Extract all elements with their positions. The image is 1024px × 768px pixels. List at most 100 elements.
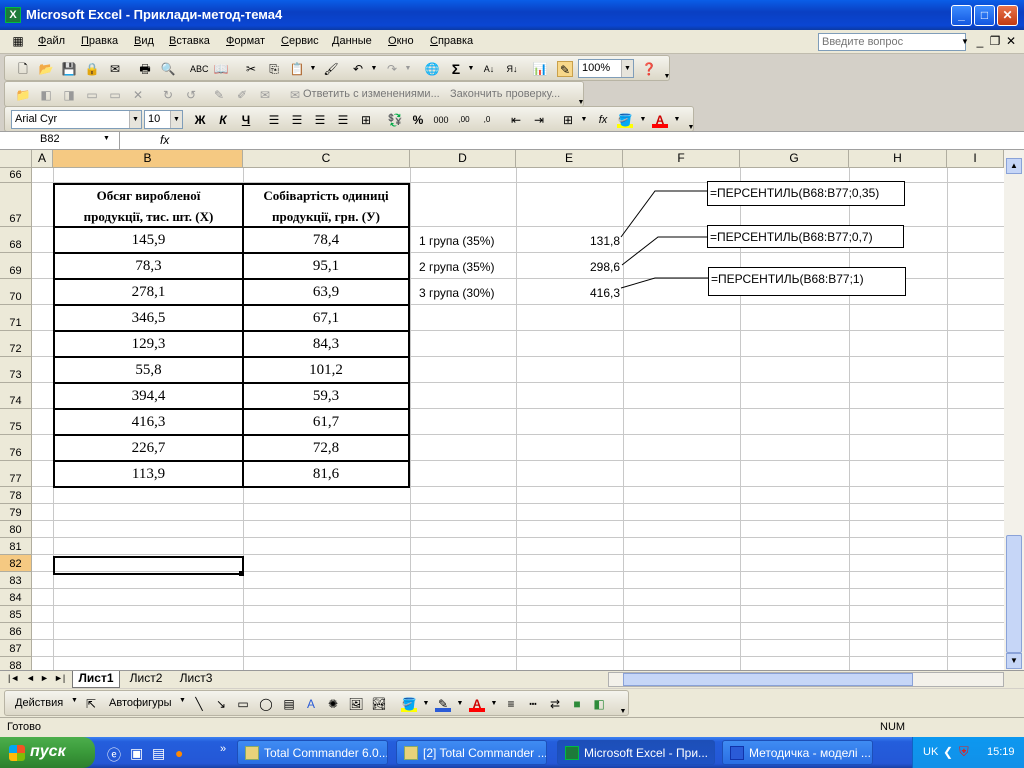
help-search-input[interactable]: [818, 33, 966, 51]
autoshapes-menu[interactable]: Автофигуры: [109, 697, 172, 709]
excel-icon[interactable]: X: [5, 7, 21, 23]
menu-service[interactable]: Сервис: [281, 35, 319, 47]
fill-dropdown-icon[interactable]: ▼: [418, 696, 434, 712]
fill-handle[interactable]: [239, 571, 244, 576]
fx-icon[interactable]: fx: [595, 112, 611, 128]
autosum-icon[interactable]: Σ: [448, 61, 464, 77]
tab-sheet2[interactable]: Лист2: [122, 671, 170, 687]
paste-icon[interactable]: 📋: [289, 61, 305, 77]
task-word-metodychka[interactable]: Методичка - моделі ...: [722, 740, 873, 765]
line-icon[interactable]: ╲: [191, 696, 207, 712]
prev-comment-icon[interactable]: ◧: [38, 87, 54, 103]
track-changes-icon[interactable]: ↻: [160, 87, 176, 103]
hyperlink-icon[interactable]: 🌐: [424, 61, 440, 77]
menu-edit[interactable]: Правка: [81, 35, 118, 47]
scroll-down-button[interactable]: ▼: [1006, 653, 1022, 669]
save-icon[interactable]: 💾: [61, 61, 77, 77]
sort-descending-icon[interactable]: Я↓: [504, 61, 520, 77]
font-color-dropdown-icon[interactable]: ▼: [486, 696, 502, 712]
next-comment-icon[interactable]: ◨: [61, 87, 77, 103]
show-comment-icon[interactable]: ▭: [84, 87, 100, 103]
align-left-icon[interactable]: ☰: [266, 112, 282, 128]
vertical-scrollbar[interactable]: ▲ ▼: [1004, 150, 1024, 670]
doc-close-button[interactable]: ✕: [1003, 33, 1019, 49]
toolbar-options-icon[interactable]: ▼: [659, 69, 675, 85]
print-preview-icon[interactable]: 🔍: [160, 61, 176, 77]
reply-with-changes-button[interactable]: Ответить с изменениями...: [303, 88, 440, 100]
minimize-button[interactable]: _: [951, 5, 972, 26]
arrow-left-icon[interactable]: ❮: [943, 745, 953, 759]
decrease-decimal-icon[interactable]: ,0: [479, 112, 495, 128]
thousands-icon[interactable]: 000: [433, 112, 449, 128]
percent-icon[interactable]: %: [410, 112, 426, 128]
undo-dropdown-icon[interactable]: ▼: [366, 61, 382, 77]
textbox-icon[interactable]: ▤: [281, 696, 297, 712]
drawing-icon[interactable]: ✎: [557, 61, 573, 77]
selected-cell-b82[interactable]: [53, 556, 244, 575]
document-icon[interactable]: ▦: [10, 33, 26, 49]
chevron-down-icon[interactable]: ▼: [957, 34, 973, 50]
chart-wizard-icon[interactable]: 📊: [532, 61, 548, 77]
undo-icon[interactable]: ↶: [350, 61, 366, 77]
arrow-icon[interactable]: ↘: [213, 696, 229, 712]
3d-icon[interactable]: ◧: [591, 696, 607, 712]
font-color-icon[interactable]: A: [652, 112, 668, 128]
prev-sheet-icon[interactable]: ◄: [26, 673, 35, 683]
zoom-select[interactable]: 100% ▼: [578, 59, 634, 78]
security-shield-icon[interactable]: ⛨: [959, 744, 969, 760]
maximize-button[interactable]: □: [974, 5, 995, 26]
cut-icon[interactable]: ✂: [243, 61, 259, 77]
show-all-comments-icon[interactable]: ▭: [107, 87, 123, 103]
align-right-icon[interactable]: ☰: [312, 112, 328, 128]
research-icon[interactable]: 📖: [213, 61, 229, 77]
chevron-down-icon[interactable]: ▼: [103, 135, 110, 142]
first-sheet-icon[interactable]: |◄: [8, 673, 19, 683]
sort-ascending-icon[interactable]: A↓: [481, 61, 497, 77]
chevron-down-icon[interactable]: ▼: [129, 111, 141, 128]
borders-icon[interactable]: ⊞: [560, 112, 576, 128]
decrease-indent-icon[interactable]: ⇤: [508, 112, 524, 128]
mail-recipient-icon[interactable]: ✉: [257, 87, 273, 103]
autosum-dropdown-icon[interactable]: ▼: [463, 61, 479, 77]
align-center-icon[interactable]: ☰: [289, 112, 305, 128]
chevron-down-icon[interactable]: ▼: [621, 60, 633, 77]
actions-menu[interactable]: Действия: [15, 697, 63, 709]
spreadsheet-grid[interactable]: A B C D E F G H I 66 67 68 69 70 71 72 73 74 75 76…: [0, 150, 1004, 670]
start-button[interactable]: пуск: [0, 737, 95, 768]
task-total-commander-2[interactable]: [2] Total Commander ...: [396, 740, 547, 765]
menu-view[interactable]: Вид: [134, 35, 154, 47]
task-total-commander-1[interactable]: Total Commander 6.0...: [237, 740, 388, 765]
horizontal-scrollbar[interactable]: [608, 672, 1004, 687]
app-shortcut-icon[interactable]: ▤: [152, 745, 165, 762]
close-button[interactable]: ✕: [997, 5, 1018, 26]
end-review-button[interactable]: Закончить проверку...: [450, 88, 560, 100]
shadow-icon[interactable]: ■: [569, 696, 585, 712]
reject-icon[interactable]: ↺: [183, 87, 199, 103]
line-color-dropdown-icon[interactable]: ▼: [452, 696, 468, 712]
line-color-icon[interactable]: ✎: [435, 696, 451, 712]
media-icon[interactable]: ●: [175, 745, 183, 761]
justify-icon[interactable]: ☰: [335, 112, 351, 128]
font-size-select[interactable]: 10 ▼: [144, 110, 183, 129]
menu-help[interactable]: Справка: [430, 35, 473, 47]
tab-sheet1[interactable]: Лист1: [72, 671, 120, 688]
rectangle-icon[interactable]: ▭: [235, 696, 251, 712]
help-icon[interactable]: ❓: [641, 61, 657, 77]
ie-icon[interactable]: ⓔ: [107, 745, 121, 765]
doc-restore-button[interactable]: ❐: [987, 33, 1003, 49]
ink-icon[interactable]: ✐: [234, 87, 250, 103]
formula-input[interactable]: [180, 133, 1020, 149]
currency-icon[interactable]: 💱: [387, 112, 403, 128]
permission-icon[interactable]: 🔒: [84, 61, 100, 77]
increase-decimal-icon[interactable]: ,00: [456, 112, 472, 128]
menu-window[interactable]: Окно: [388, 35, 414, 47]
doc-minimize-button[interactable]: _: [972, 33, 988, 49]
menu-insert[interactable]: Вставка: [169, 35, 210, 47]
paste-dropdown-icon[interactable]: ▼: [305, 61, 321, 77]
fill-color-icon[interactable]: 🪣: [401, 696, 417, 712]
edit-comment-icon[interactable]: ✎: [211, 87, 227, 103]
copy-icon[interactable]: ⎘: [266, 61, 282, 77]
task-excel[interactable]: Microsoft Excel - При...: [557, 740, 715, 765]
italic-button[interactable]: К: [215, 112, 231, 128]
menu-data[interactable]: Данные: [332, 35, 372, 47]
